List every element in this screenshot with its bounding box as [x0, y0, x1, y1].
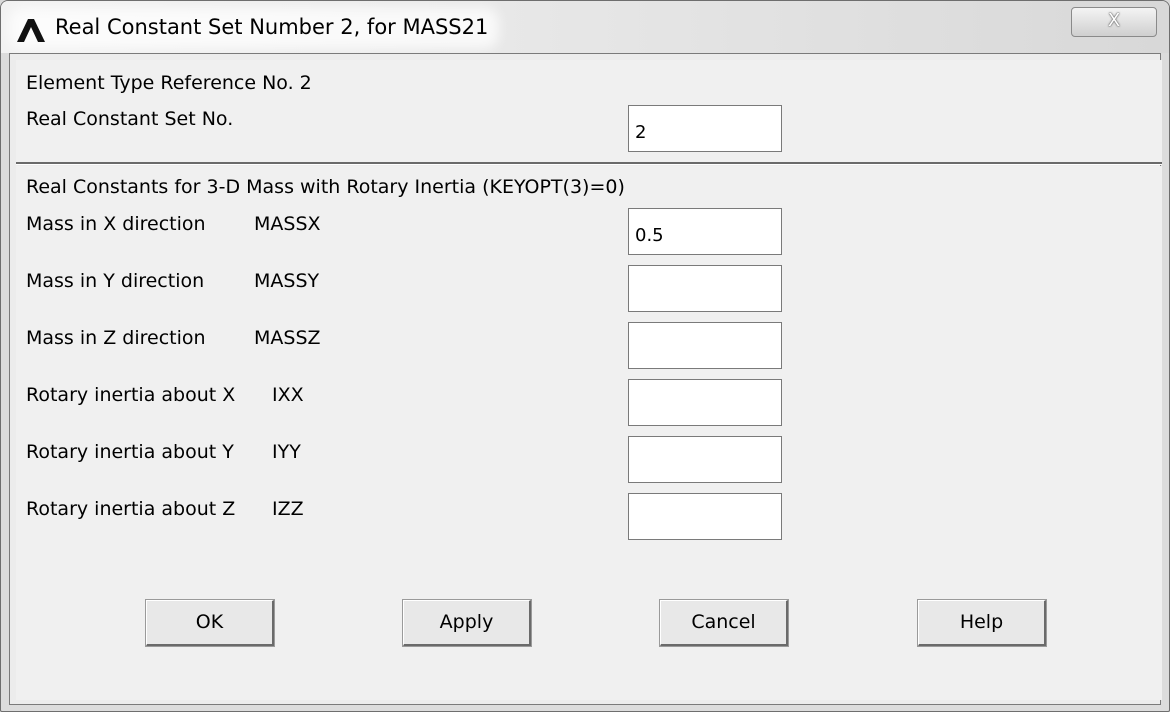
section-divider	[16, 162, 1162, 165]
izz-input[interactable]	[628, 493, 782, 540]
dialog-body: Element Type Reference No. 2 Real Consta…	[9, 53, 1162, 705]
ixx-input[interactable]	[628, 379, 782, 426]
massx-key: MASSX	[254, 213, 321, 235]
iyy-label: Rotary inertia about Y	[26, 441, 234, 463]
real-constant-set-input[interactable]	[628, 105, 782, 152]
ansys-logo-icon	[17, 19, 45, 42]
ixx-key: IXX	[272, 384, 304, 406]
massz-key: MASSZ	[254, 327, 321, 349]
massx-label: Mass in X direction	[26, 213, 206, 235]
izz-label: Rotary inertia about Z	[26, 498, 236, 520]
element-type-reference: Element Type Reference No. 2	[26, 72, 312, 94]
window-title: Real Constant Set Number 2, for MASS21	[55, 15, 489, 39]
real-constant-set-label: Real Constant Set No.	[26, 108, 234, 130]
element-reference-section: Element Type Reference No. 2 Real Consta…	[16, 60, 1162, 163]
massy-label: Mass in Y direction	[26, 270, 205, 292]
ok-button[interactable]: OK	[145, 599, 275, 647]
iyy-input[interactable]	[628, 436, 782, 483]
massz-input[interactable]	[628, 322, 782, 369]
cancel-button[interactable]: Cancel	[659, 599, 789, 647]
real-constants-section: Real Constants for 3-D Mass with Rotary …	[16, 166, 1162, 700]
massy-input[interactable]	[628, 265, 782, 312]
dialog-window: Real Constant Set Number 2, for MASS21 X…	[0, 0, 1170, 712]
massy-key: MASSY	[254, 270, 320, 292]
title-bar[interactable]: Real Constant Set Number 2, for MASS21 X	[1, 1, 1169, 53]
iyy-key: IYY	[272, 441, 301, 463]
ixx-label: Rotary inertia about X	[26, 384, 236, 406]
apply-button[interactable]: Apply	[402, 599, 532, 647]
izz-key: IZZ	[272, 498, 304, 520]
massz-label: Mass in Z direction	[26, 327, 206, 349]
close-button[interactable]: X	[1071, 7, 1157, 37]
massx-input[interactable]	[628, 208, 782, 255]
constants-heading: Real Constants for 3-D Mass with Rotary …	[26, 176, 625, 198]
close-icon: X	[1107, 10, 1121, 31]
help-button[interactable]: Help	[917, 599, 1047, 647]
